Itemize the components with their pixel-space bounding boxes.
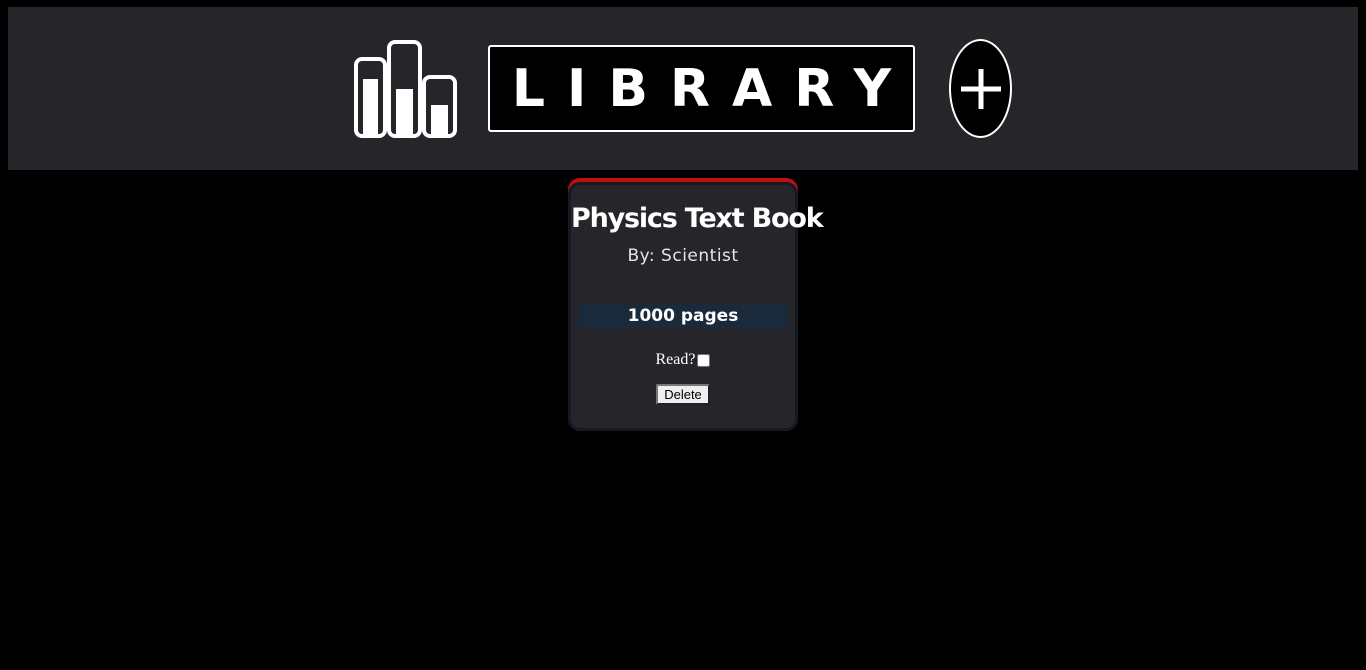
read-row: Read? [571,350,795,370]
library-title-box: LIBRARY [488,45,915,132]
delete-button[interactable]: Delete [656,384,710,405]
read-label: Read? [655,351,696,368]
book-pages: 1000 pages [578,304,788,329]
page-title: LIBRARY [511,58,914,119]
book-title: Physics Text Book [571,203,824,234]
book-author: By: Scientist [627,246,739,266]
book-card: Physics Text Book By: Scientist 1000 pag… [568,178,824,431]
add-book-button[interactable] [949,39,1012,138]
library-books-icon [354,40,457,138]
plus-icon [960,68,1001,109]
book-card-body: Physics Text Book By: Scientist 1000 pag… [568,182,824,431]
header: LIBRARY [8,7,1358,170]
read-checkbox[interactable] [697,353,711,367]
